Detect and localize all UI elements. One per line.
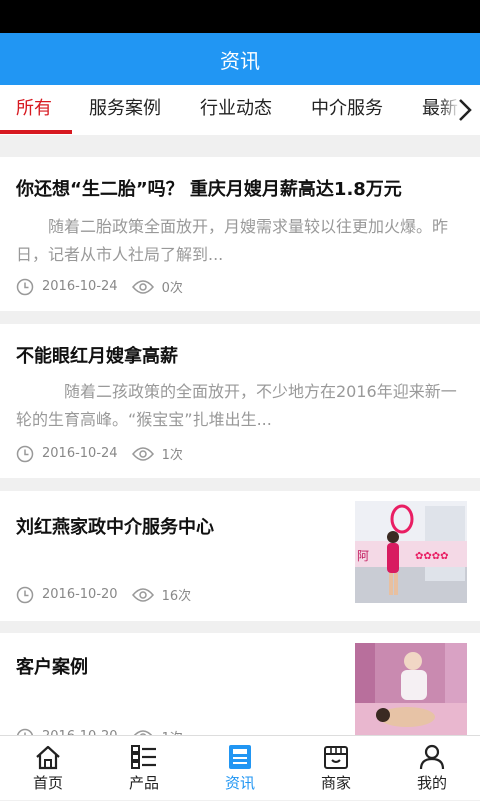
article-thumbnail: 阿 ✿✿✿✿ (355, 501, 467, 603)
nav-products[interactable]: 产品 (96, 736, 192, 801)
article-card[interactable]: 你还想“生二胎”吗？ 重庆月嫂月薪高达1.8万元 随着二胎政策全面放开，月嫂需求… (0, 157, 480, 311)
store-icon (324, 746, 348, 769)
article-title: 客户案例 (16, 657, 88, 678)
article-summary: 随着二孩政策的全面放开，不少地方在2016年迎来新一轮的生育高峰。“猴宝宝”扎堆… (16, 382, 457, 429)
status-bar (0, 0, 480, 33)
home-icon (36, 745, 60, 770)
nav-stores[interactable]: 商家 (288, 736, 384, 801)
article-thumbnail (355, 643, 467, 735)
article-views: 0次 (161, 281, 183, 296)
category-tabs: 所有 服务案例 行业动态 中介服务 最新 (0, 85, 480, 135)
article-card[interactable]: 刘红燕家政中介服务中心 2016-10-20 16次 阿 ✿✿✿✿ (0, 491, 480, 621)
article-meta: 2016-10-20 16次 (16, 585, 191, 604)
article-card[interactable]: 不能眼红月嫂拿高薪 随着二孩政策的全面放开，不少地方在2016年迎来新一轮的生育… (0, 324, 480, 478)
user-icon (419, 744, 445, 770)
article-title: 不能眼红月嫂拿高薪 (16, 346, 178, 367)
article-date: 2016-10-24 (42, 279, 118, 294)
chevron-right-icon (459, 99, 472, 121)
article-summary: 随着二胎政策全面放开，月嫂需求量较以往更加火爆。昨日，记者从市人社局了解到... (16, 217, 449, 264)
article-views: 16次 (161, 589, 192, 604)
tab-service-cases[interactable]: 服务案例 (89, 85, 161, 135)
eye-icon (131, 279, 154, 294)
nav-mine[interactable]: 我的 (384, 736, 480, 801)
list-icon (131, 745, 156, 769)
app-header: 资讯 (0, 33, 480, 85)
clock-icon (16, 445, 34, 462)
article-title: 刘红燕家政中介服务中心 (16, 517, 214, 538)
nav-news-label: 资讯 (224, 774, 255, 792)
eye-icon (131, 446, 154, 461)
article-meta: 2016-10-24 1次 (16, 444, 183, 463)
active-tab-indicator (0, 130, 72, 134)
nav-news[interactable]: 资讯 (192, 736, 288, 801)
nav-products-label: 产品 (128, 774, 159, 792)
article-views: 1次 (161, 448, 183, 463)
bottom-navigation: 首页 产品 资讯 商家 我的 (0, 735, 480, 800)
tab-agency-services[interactable]: 中介服务 (311, 85, 383, 135)
clock-icon (16, 278, 34, 295)
svg-text:✿✿✿✿: ✿✿✿✿ (415, 551, 449, 562)
article-date: 2016-10-24 (42, 446, 118, 461)
article-date: 2016-10-20 (42, 587, 118, 602)
article-meta: 2016-10-24 0次 (16, 277, 183, 296)
nav-home-label: 首页 (32, 774, 63, 792)
news-icon (229, 745, 251, 769)
nav-mine-label: 我的 (416, 774, 447, 792)
article-title: 你还想“生二胎”吗？ 重庆月嫂月薪高达1.8万元 (16, 179, 402, 200)
nav-stores-label: 商家 (320, 774, 351, 792)
nav-home[interactable]: 首页 (0, 736, 96, 801)
article-card[interactable]: 客户案例 2016-10-20 1次 (0, 633, 480, 746)
tab-industry-news[interactable]: 行业动态 (200, 85, 272, 135)
clock-icon (16, 586, 34, 603)
page-title: 资讯 (220, 48, 260, 73)
tab-all[interactable]: 所有 (16, 85, 52, 135)
thumb-sign-char: 阿 (357, 549, 369, 563)
eye-icon (131, 587, 154, 602)
tabs-scroll-right-button[interactable] (440, 85, 480, 135)
